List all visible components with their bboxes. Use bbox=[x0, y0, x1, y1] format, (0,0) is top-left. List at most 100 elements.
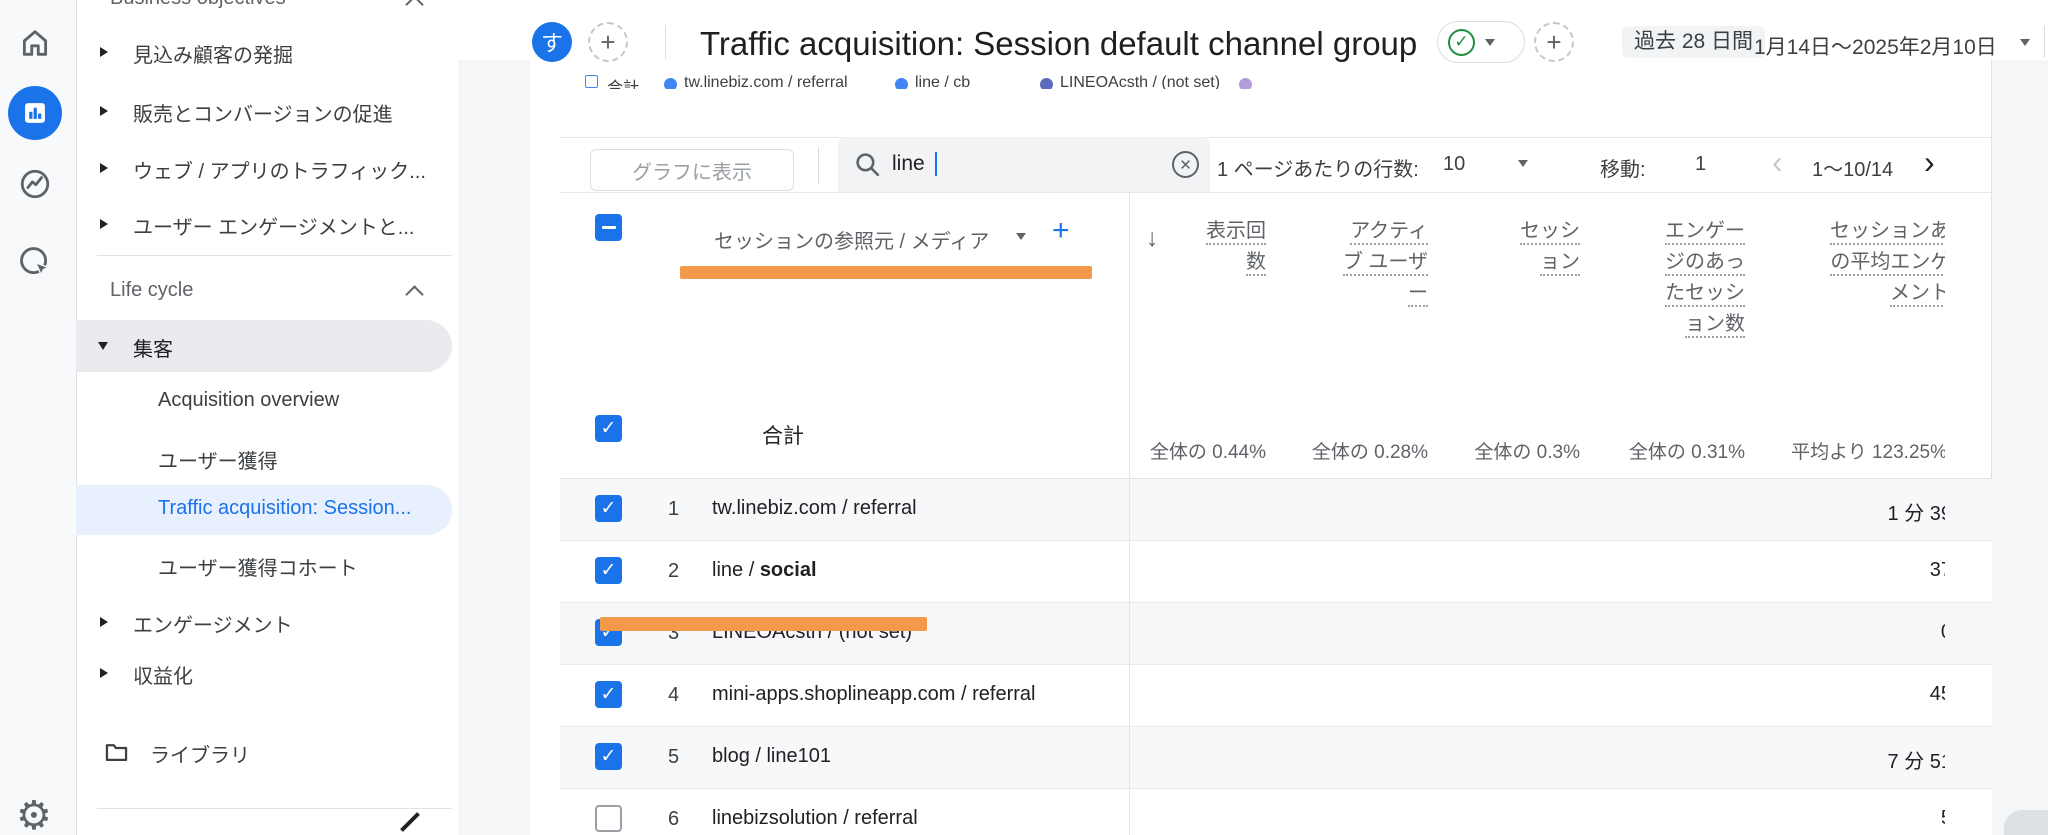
totals-checkbox[interactable]: ✓ bbox=[595, 415, 622, 442]
indeterminate-mark bbox=[601, 226, 616, 229]
legend-dot bbox=[1239, 78, 1252, 89]
row-dimension-value: mini-apps.shoplineapp.com / referral bbox=[712, 683, 1036, 705]
row-checkbox[interactable]: ✓ bbox=[595, 681, 622, 708]
rows-per-page-label: 1 ページあたりの行数: bbox=[1217, 159, 1419, 181]
appbar-divider bbox=[665, 25, 666, 59]
expand-arrow-icon[interactable] bbox=[100, 106, 108, 116]
check-circle-icon: ✓ bbox=[1448, 28, 1475, 56]
home-icon[interactable] bbox=[18, 26, 52, 65]
legend-label: tw.linebiz.com / referral bbox=[684, 74, 848, 89]
prev-page-icon[interactable]: ‹ bbox=[1772, 146, 1783, 178]
row-metric-value: 0 bbox=[1752, 621, 1945, 644]
ga4-app: ⚙ Business objectives 見込み顧客の発掘 販売とコンバージョ… bbox=[0, 0, 2048, 835]
row-dimension-value: tw.linebiz.com / referral bbox=[712, 497, 917, 519]
date-dropdown-icon[interactable] bbox=[2020, 39, 2030, 46]
row-metric-value: 5 bbox=[1752, 807, 1945, 830]
clear-search-icon[interactable]: ✕ bbox=[1172, 151, 1199, 178]
column-header-active-users[interactable]: アクティ ブ ユーザ ー bbox=[1268, 216, 1428, 309]
date-range[interactable]: 1月14日～2025年2月10日 bbox=[1754, 31, 1997, 61]
row-checkbox[interactable] bbox=[595, 805, 622, 832]
legend-dot bbox=[664, 78, 677, 89]
sidebar-item-monetization[interactable]: 収益化 bbox=[133, 660, 193, 689]
sidebar-item-user-engagement[interactable]: ユーザー エンゲージメントと... bbox=[133, 211, 414, 240]
goto-page-value[interactable]: 1 bbox=[1695, 153, 1706, 176]
page-title: Traffic acquisition: Session default cha… bbox=[700, 25, 1418, 62]
expand-arrow-icon[interactable] bbox=[100, 617, 108, 627]
annotation-highlight-bar bbox=[600, 617, 927, 631]
row-metric-value: 37 bbox=[1929, 559, 1945, 581]
date-preset-chip[interactable]: 過去 28 日間 bbox=[1622, 26, 1766, 58]
totals-legend-icon bbox=[585, 75, 598, 88]
row-metric-value: 1 分 39 bbox=[1887, 503, 1945, 525]
sidebar-item-traffic-acquisition-label: Traffic acquisition: Session... bbox=[158, 497, 412, 519]
table-search-input[interactable]: line ✕ bbox=[838, 137, 1210, 192]
show-in-chart-button[interactable]: グラフに表示 bbox=[590, 149, 794, 191]
settings-gear-icon[interactable]: ⚙ bbox=[16, 796, 52, 835]
report-status-button[interactable]: ✓ bbox=[1437, 21, 1525, 63]
add-dimension-button[interactable]: + bbox=[1052, 216, 1070, 246]
rows-per-page-value[interactable]: 10 bbox=[1443, 153, 1465, 176]
page-gutter bbox=[1992, 60, 2048, 835]
avatar[interactable]: す bbox=[532, 22, 572, 62]
next-page-icon[interactable]: › bbox=[1924, 146, 1935, 178]
sidebar-item-web-app-traffic[interactable]: ウェブ / アプリのトラフィック... bbox=[133, 155, 426, 184]
sidebar-item-user-acquisition[interactable]: ユーザー獲得 bbox=[158, 445, 278, 474]
expand-arrow-icon[interactable] bbox=[100, 668, 108, 678]
legend-label: LINEOAcsth / (not set) bbox=[1060, 74, 1221, 89]
advertising-icon[interactable] bbox=[18, 245, 52, 284]
totals-label: 合計 bbox=[762, 425, 804, 448]
row-checkbox[interactable]: ✓ bbox=[595, 743, 622, 770]
add-comparison-button[interactable]: + bbox=[588, 22, 628, 62]
row-checkbox[interactable]: ✓ bbox=[595, 495, 622, 522]
dimension-header[interactable]: セッションの参照元 / メディア bbox=[714, 225, 989, 254]
dimension-dropdown-icon[interactable] bbox=[1016, 233, 1026, 240]
row-metric-value: 7 分 51 bbox=[1887, 751, 1945, 773]
sidebar-item-acquisition-label: 集客 bbox=[133, 339, 173, 361]
section-title-business-objectives: Business objectives bbox=[110, 0, 286, 10]
column-header-avg-engagement-time[interactable]: セッションあたり の平均エンゲージ メント時間 bbox=[1790, 216, 1945, 309]
sidebar-item-user-acquisition-cohort[interactable]: ユーザー獲得コホート bbox=[158, 552, 358, 581]
expand-arrow-icon[interactable] bbox=[100, 219, 108, 229]
sidebar-item-sales-conversion[interactable]: 販売とコンバージョンの促進 bbox=[133, 98, 393, 127]
totals-percent: 全体の 0.3% bbox=[1474, 442, 1580, 463]
legend-total-label: 合計 bbox=[607, 80, 640, 89]
row-checkbox[interactable]: ✓ bbox=[595, 557, 622, 584]
sidebar-item-library[interactable]: ライブラリ bbox=[150, 739, 250, 768]
sidebar-divider bbox=[97, 808, 452, 809]
appbar-divider bbox=[2044, 26, 2045, 58]
legend-dot bbox=[1040, 78, 1053, 89]
sidebar-item-prospecting[interactable]: 見込み顧客の発掘 bbox=[133, 39, 293, 68]
annotation-highlight-bar bbox=[680, 266, 1092, 279]
row-dimension-value: blog / line101 bbox=[712, 745, 831, 767]
explore-icon[interactable] bbox=[18, 167, 52, 206]
column-header-views[interactable]: 表示回 数 bbox=[1130, 216, 1266, 278]
page-gutter bbox=[458, 60, 530, 835]
chart-legend-clipped: 合計 tw.linebiz.com / referral line / cb L… bbox=[585, 74, 1925, 89]
row-dimension-value: line / social bbox=[712, 559, 817, 581]
row-metric-value: 45 bbox=[1929, 683, 1945, 705]
page-range: 1～10/14 bbox=[1812, 159, 1894, 181]
row-rank: 6 bbox=[668, 808, 680, 830]
sidebar-divider bbox=[97, 255, 452, 256]
goto-page-label: 移動: bbox=[1600, 159, 1646, 181]
sidebar-item-acquisition-overview[interactable]: Acquisition overview bbox=[158, 389, 339, 412]
row-rank: 1 bbox=[668, 498, 680, 520]
legend-label: line / cb bbox=[915, 74, 971, 89]
folder-icon bbox=[103, 739, 130, 771]
select-all-checkbox[interactable] bbox=[595, 214, 622, 241]
scroll-corner bbox=[2004, 810, 2048, 835]
column-header-engaged-sessions[interactable]: エンゲー ジのあっ たセッシ ョン数 bbox=[1585, 216, 1745, 340]
expand-arrow-icon[interactable] bbox=[100, 47, 108, 57]
row-rank: 5 bbox=[668, 746, 680, 768]
rows-per-page-dropdown-icon[interactable] bbox=[1518, 160, 1528, 167]
reports-icon[interactable] bbox=[8, 86, 62, 140]
toolbar-divider bbox=[818, 147, 819, 185]
add-button[interactable]: + bbox=[1534, 22, 1574, 62]
collapse-arrow-icon[interactable] bbox=[98, 342, 108, 350]
sidebar-item-engagement[interactable]: エンゲージメント bbox=[133, 609, 293, 638]
column-header-sessions[interactable]: セッシ ョン bbox=[1420, 216, 1580, 278]
totals-percent: 平均より 123.25% bbox=[1791, 442, 1945, 463]
expand-arrow-icon[interactable] bbox=[100, 163, 108, 173]
search-icon bbox=[854, 151, 881, 183]
search-value: line bbox=[892, 152, 925, 175]
